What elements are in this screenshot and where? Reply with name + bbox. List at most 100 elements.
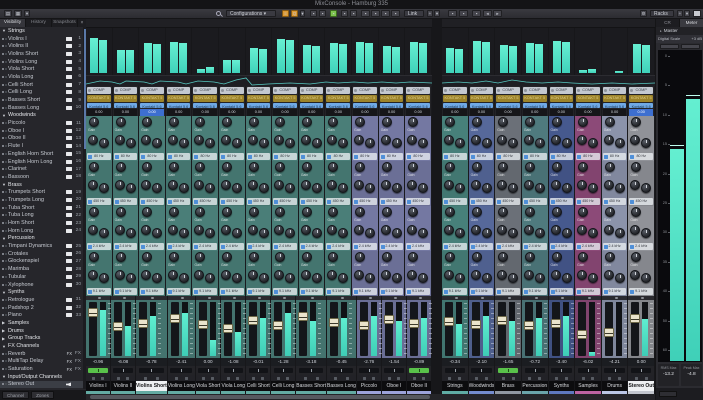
fader-value[interactable]: -2.76 bbox=[356, 358, 381, 366]
channel-name[interactable]: Oboe II bbox=[406, 381, 431, 391]
pre-gain-value[interactable]: 0.00 bbox=[406, 109, 430, 116]
channel-name[interactable]: Violins I bbox=[86, 381, 110, 391]
visibility-dot-icon[interactable] bbox=[5, 214, 7, 217]
eq-freq-knob[interactable] bbox=[354, 180, 365, 190]
eq-q-knob[interactable] bbox=[311, 183, 322, 193]
eq-q-knob[interactable] bbox=[285, 138, 296, 148]
fader-track[interactable] bbox=[248, 302, 259, 356]
visibility-dot-icon[interactable] bbox=[5, 99, 7, 102]
fader-value[interactable]: -1.28 bbox=[271, 358, 296, 366]
visibility-dot-icon[interactable] bbox=[5, 175, 7, 178]
eq-q-knob[interactable] bbox=[232, 138, 243, 148]
fader-track[interactable] bbox=[408, 302, 419, 356]
eq-q-knob[interactable] bbox=[508, 273, 519, 283]
track-row-flute-i[interactable]: Flute I 14 bbox=[0, 142, 83, 150]
routing-slot[interactable]: Kontakt 5.6 bbox=[140, 103, 164, 108]
visibility-dot-icon[interactable] bbox=[2, 37, 4, 40]
monitor-icon[interactable] bbox=[66, 244, 72, 249]
layout-dropdown-icon[interactable]: ▾ bbox=[24, 10, 30, 17]
routing-slot[interactable]: Kontakt 5.6 bbox=[353, 103, 377, 108]
eq-q-knob[interactable] bbox=[365, 273, 376, 283]
mini-control-icon[interactable] bbox=[644, 376, 648, 380]
visibility-dot-icon[interactable] bbox=[2, 214, 4, 217]
eq-freq-knob[interactable] bbox=[354, 225, 365, 235]
eq-band-header[interactable]: 80 Hz bbox=[140, 153, 164, 160]
fader-handle[interactable] bbox=[444, 317, 454, 327]
filter-channel-types-icon[interactable]: ≡ bbox=[282, 10, 289, 17]
pre-gain-value[interactable]: 0.00 bbox=[140, 109, 164, 116]
eq-freq-knob[interactable] bbox=[444, 135, 454, 145]
pan-slider[interactable] bbox=[497, 368, 519, 373]
eq-q-knob[interactable] bbox=[508, 138, 519, 148]
visibility-dot-icon[interactable] bbox=[5, 198, 7, 201]
eq-gain-knob[interactable] bbox=[551, 162, 562, 172]
track-row-padshop-2[interactable]: Padshop 2 32 bbox=[0, 304, 83, 312]
fader-track[interactable] bbox=[138, 302, 148, 356]
monitor-icon[interactable] bbox=[66, 144, 72, 149]
fader-handle[interactable] bbox=[358, 321, 369, 331]
keyboard-focus-indicator[interactable] bbox=[693, 10, 701, 17]
track-row-viola-short[interactable]: Viola Short 5 bbox=[0, 65, 83, 73]
track-row-english-horn-short[interactable]: English Horn Short 15 bbox=[0, 150, 83, 158]
mini-control-icon[interactable] bbox=[143, 376, 147, 380]
eq-gain-knob[interactable] bbox=[355, 207, 366, 217]
eq-band-header[interactable]: 2.4 kHz bbox=[522, 243, 547, 250]
track-row-piano[interactable]: Piano 33 bbox=[0, 311, 83, 319]
visibility-dot-icon[interactable] bbox=[5, 206, 7, 209]
channel-name[interactable]: Stereo Out bbox=[628, 381, 655, 391]
pan-slider[interactable] bbox=[577, 368, 599, 373]
instrument-slot[interactable]: KONTAKT 5 bbox=[326, 95, 351, 102]
eq-band-header[interactable]: 80 Hz bbox=[443, 153, 467, 160]
eq-gain-knob[interactable] bbox=[631, 252, 642, 262]
eq-q-knob[interactable] bbox=[614, 183, 625, 193]
eq-gain-knob[interactable] bbox=[498, 162, 509, 172]
eq-gain-knob[interactable] bbox=[275, 207, 286, 217]
monitor-icon[interactable] bbox=[66, 267, 72, 272]
close-icon[interactable]: × bbox=[78, 19, 86, 27]
eq-band-header[interactable]: 9.1 kHz bbox=[549, 288, 574, 295]
track-row-drums[interactable]: ▶ Drums bbox=[0, 327, 83, 335]
channel-name[interactable]: Celli Short bbox=[246, 381, 271, 391]
eq-q-knob[interactable] bbox=[561, 273, 572, 283]
fader-handle[interactable] bbox=[408, 319, 419, 329]
eq-q-knob[interactable] bbox=[99, 228, 109, 238]
fader-track[interactable] bbox=[603, 302, 614, 356]
visibility-dot-icon[interactable] bbox=[5, 160, 7, 163]
eq-gain-knob[interactable] bbox=[604, 252, 615, 262]
eq-q-knob[interactable] bbox=[534, 138, 545, 148]
eq-q-knob[interactable] bbox=[588, 228, 599, 238]
eq-gain-knob[interactable] bbox=[168, 117, 179, 127]
visibility-dot-icon[interactable] bbox=[5, 314, 7, 317]
monitor-icon[interactable] bbox=[66, 259, 72, 264]
visibility-dot-icon[interactable] bbox=[5, 268, 7, 271]
eq-freq-knob[interactable] bbox=[221, 135, 232, 145]
eq-freq-knob[interactable] bbox=[444, 180, 454, 190]
monitor-icon[interactable] bbox=[66, 74, 72, 79]
fader-handle[interactable] bbox=[383, 315, 394, 325]
eq-freq-knob[interactable] bbox=[194, 225, 205, 235]
fader-value[interactable]: -6.08 bbox=[111, 358, 135, 366]
track-row-celli-long[interactable]: Celli Long 8 bbox=[0, 89, 83, 97]
eq-freq-knob[interactable] bbox=[577, 135, 588, 145]
track-row-violins-short[interactable]: Violins Short 3 bbox=[0, 50, 83, 58]
eq-freq-knob[interactable] bbox=[194, 270, 205, 280]
mini-control-icon[interactable] bbox=[345, 376, 349, 380]
mini-control-icon[interactable] bbox=[538, 376, 542, 380]
visibility-dot-icon[interactable] bbox=[5, 37, 7, 40]
eq-band-header[interactable]: 9.1 kHz bbox=[326, 288, 351, 295]
eq-band-header[interactable]: 80 Hz bbox=[193, 153, 218, 160]
pre-gain-value[interactable]: 0.00 bbox=[629, 109, 653, 116]
eq-q-knob[interactable] bbox=[285, 228, 296, 238]
channel-name[interactable]: Synths bbox=[548, 381, 575, 391]
eq-band-header[interactable]: 9.1 kHz bbox=[193, 288, 218, 295]
eq-freq-knob[interactable] bbox=[603, 225, 614, 235]
track-row-oboe-i[interactable]: Oboe I 12 bbox=[0, 127, 83, 135]
eq-gain-knob[interactable] bbox=[471, 117, 482, 127]
eq-q-knob[interactable] bbox=[508, 228, 519, 238]
eq-freq-knob[interactable] bbox=[300, 270, 311, 280]
eq-q-knob[interactable] bbox=[534, 228, 545, 238]
eq-gain-knob[interactable] bbox=[275, 117, 286, 127]
eq-freq-knob[interactable] bbox=[470, 180, 481, 190]
insert-slot[interactable]: COMP bbox=[549, 87, 574, 94]
visibility-dot-icon[interactable] bbox=[5, 75, 7, 78]
